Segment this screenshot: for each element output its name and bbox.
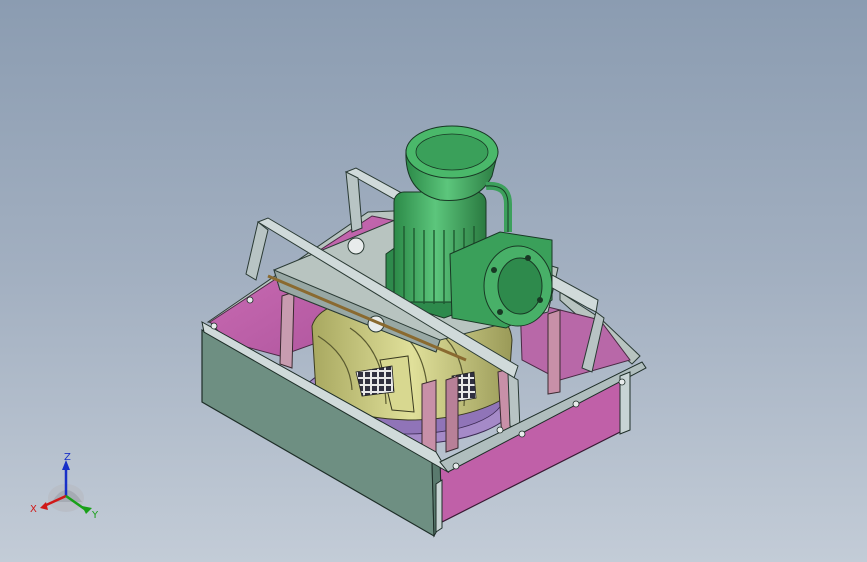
fan-assembly-model[interactable]: [0, 0, 867, 562]
z-axis-label: Z: [64, 452, 71, 463]
frame-post-center-left: [421, 379, 437, 457]
mount-hole: [347, 237, 365, 255]
y-axis-label: Y: [91, 510, 99, 521]
frame-post-left: [279, 291, 295, 369]
conduit-pipe: [485, 181, 512, 232]
x-axis-label: X: [30, 504, 37, 515]
coordinate-triad: Z X Y: [30, 452, 99, 521]
3d-viewport[interactable]: Z X Y: [0, 0, 867, 562]
frame-post-center: [445, 375, 459, 453]
